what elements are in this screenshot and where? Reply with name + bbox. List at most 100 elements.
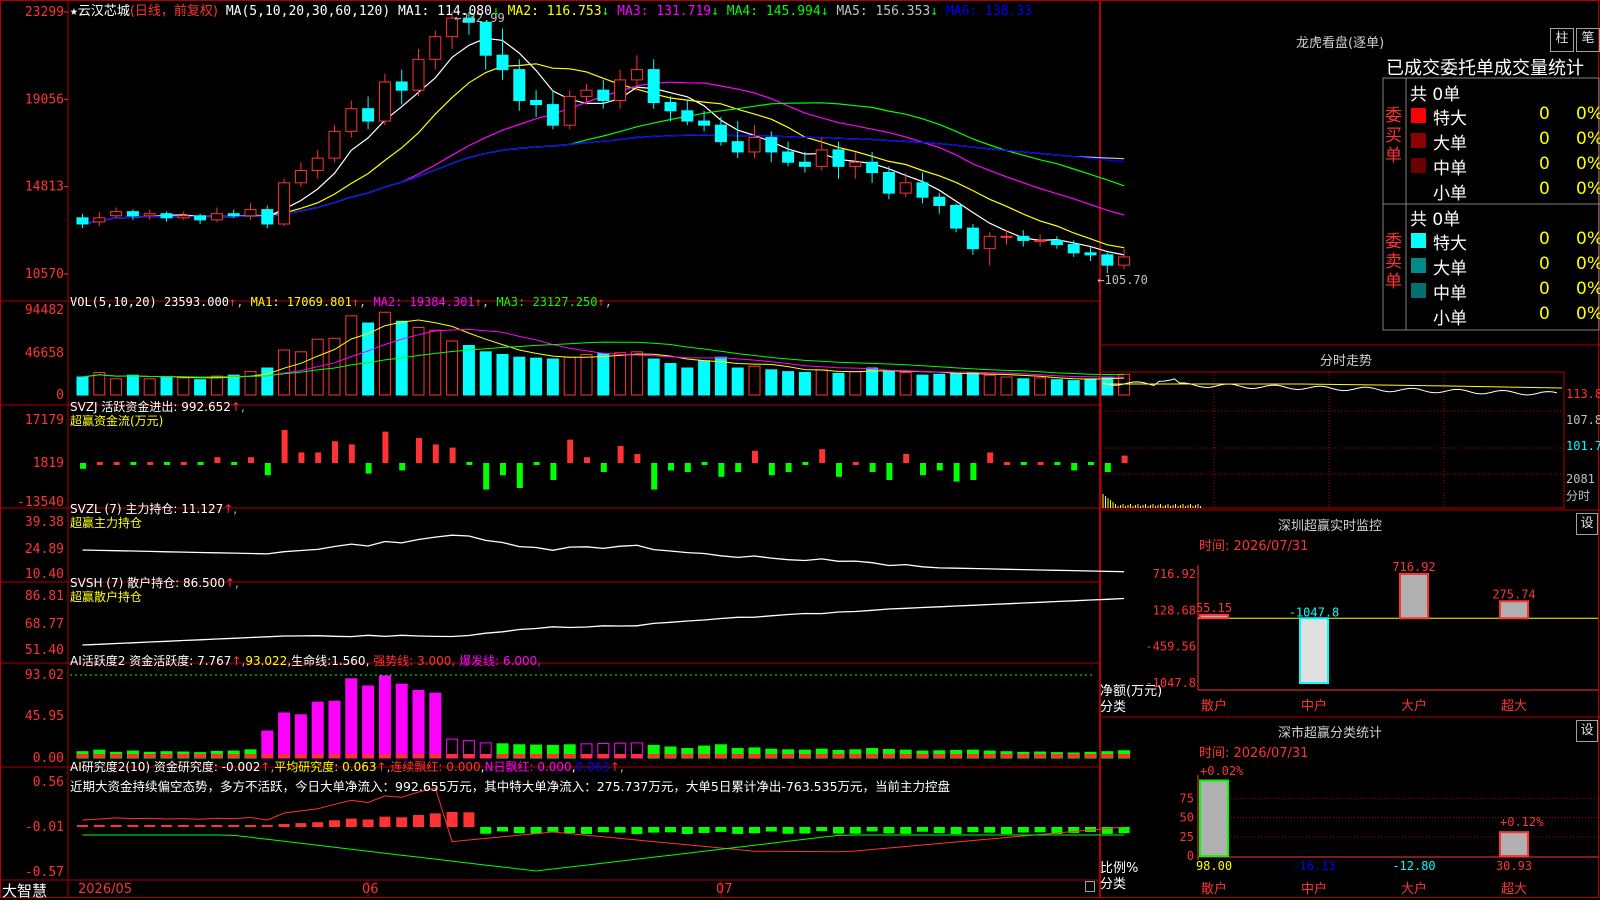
- ai2-bar-5: [161, 825, 172, 827]
- ai2-bar-32: [614, 827, 626, 833]
- svzj-bar-34: [651, 463, 658, 490]
- vol-ma-sep-1: ,: [359, 295, 374, 309]
- svzj-bar-40: [752, 450, 758, 463]
- candle-body-17: [362, 108, 375, 122]
- ai2-avg: 0.063: [342, 760, 377, 774]
- ma-line-6: [82, 134, 1125, 225]
- ai1-burst: 爆发线: 6.000,: [459, 654, 542, 668]
- ai1-base-52: [950, 754, 962, 758]
- ai2-n-label: N日飘红:: [484, 760, 534, 774]
- monitor-settings-button[interactable]: 设: [1576, 513, 1598, 535]
- sell-total: 共 0单: [1410, 210, 1461, 230]
- vol-bar-30: [580, 354, 593, 396]
- right-frame: [1100, 0, 1599, 898]
- sell-row-swatch-2: [1411, 283, 1426, 298]
- favorite-star-icon[interactable]: ★: [70, 4, 78, 19]
- candle-body-12: [278, 182, 291, 225]
- svzj-dash-1: [96, 462, 103, 465]
- ai2-bar-54: [984, 827, 996, 833]
- vol-ytick-0: 94482: [25, 303, 64, 318]
- ai2-bar-26: [513, 827, 525, 834]
- ai2-bar-16: [345, 818, 357, 827]
- monitor-value-1: -1047.8: [1289, 605, 1340, 619]
- bar-mode-button[interactable]: 柱: [1550, 28, 1574, 52]
- monitor-time: 时间: 2026/07/31: [1199, 539, 1309, 554]
- lock-icon[interactable]: [1085, 881, 1095, 892]
- intraday-tick-2: 101.7: [1566, 439, 1600, 453]
- vol-bar-28: [546, 358, 559, 396]
- ai1-base-60: [1085, 754, 1096, 758]
- ma-value-4: MA4: 145.994: [718, 4, 821, 19]
- candle-body-43: [798, 161, 811, 167]
- candle-body-58: [1050, 239, 1063, 246]
- svsh-ytick-0: 86.81: [25, 589, 64, 604]
- candle-body-15: [328, 130, 341, 159]
- ai2-lian-label: 连续飘红:: [390, 760, 443, 774]
- candle-body-28: [546, 104, 559, 126]
- ai2-label: AI研究度2(10) 资金研究度:: [70, 760, 218, 774]
- svzj-dash-27: [533, 462, 540, 465]
- ai2-red-line: [82, 787, 1125, 853]
- stats-cat-2: 大户: [1401, 881, 1427, 897]
- ai2-bar-48: [883, 827, 895, 834]
- candle-body-9: [227, 213, 240, 217]
- ai2-bar-44: [816, 827, 828, 832]
- ai2-bar-57: [1034, 827, 1046, 833]
- ma-label: MA(5,10,20,30,60,120): [225, 4, 391, 19]
- tick-mode-button[interactable]: 笔: [1576, 28, 1600, 52]
- monitor-cat-1: 中户: [1301, 698, 1327, 714]
- ai1-ytick-2: 0.00: [33, 751, 64, 766]
- vol-ma-sep-3: ,: [604, 295, 612, 309]
- ai2-bar-41: [765, 827, 777, 832]
- vol-bar-24: [479, 351, 492, 396]
- candle-body-3: [126, 211, 139, 217]
- svzj-bar-21: [432, 444, 439, 463]
- svzj-bar-38: [718, 463, 725, 477]
- vol-bar-61: [1101, 376, 1114, 396]
- ai2-bar-4: [144, 825, 156, 827]
- stats-ytick-2: 25: [1180, 830, 1194, 844]
- candle-body-35: [664, 102, 677, 112]
- ma-arrow-3: ↓: [711, 4, 719, 19]
- ai1-base-39: [732, 754, 744, 758]
- ai2-bar-17: [362, 819, 374, 827]
- candle-body-10: [244, 209, 257, 217]
- svzj-bar-52: [953, 463, 960, 482]
- svzj-bar-20: [416, 438, 422, 463]
- candle-body-14: [311, 157, 324, 171]
- ai1-base-47: [866, 754, 878, 758]
- ai2-bar-15: [329, 820, 340, 827]
- vol-bar-25: [496, 354, 509, 396]
- sell-row-swatch-1: [1411, 258, 1426, 273]
- ai2-bar-3: [127, 825, 139, 827]
- date-label-2: 06: [362, 882, 379, 897]
- svzj-value: 992.652: [181, 400, 231, 414]
- stats-value-1: -16.13: [1292, 859, 1335, 873]
- vol-ma-arrow-1: ↑: [351, 295, 360, 309]
- ai2-bar-14: [312, 822, 324, 827]
- ai2-bar-19: [396, 817, 408, 827]
- ai1-ytick-0: 93.02: [25, 668, 64, 683]
- candle-body-55: [1000, 235, 1013, 238]
- candle-body-6: [177, 215, 190, 219]
- stats-settings-button[interactable]: 设: [1576, 720, 1598, 742]
- ai1-bar-18: [378, 675, 391, 759]
- monitor-title: 深圳超赢实时监控: [1278, 519, 1383, 534]
- ai2-bar-28: [547, 827, 559, 832]
- svzj-bar-41: [768, 463, 775, 476]
- candle-body-13: [294, 169, 307, 184]
- ai2-bar-33: [631, 827, 643, 834]
- vol-bar-11: [261, 367, 274, 396]
- ai1-base-41: [765, 754, 777, 758]
- svzj-bar-36: [684, 463, 691, 472]
- ai2-bar-29: [564, 827, 576, 833]
- svzj-bar-25: [500, 463, 506, 476]
- date-label-1: 2026/05: [78, 882, 133, 897]
- svzj-bar-30: [584, 457, 590, 463]
- svzj-dash-55: [1004, 462, 1010, 465]
- ma-arrow-5: ↓: [930, 4, 939, 19]
- candle-body-56: [1017, 235, 1030, 241]
- ai2-lian: 0.000: [446, 760, 481, 774]
- vol-bar-60: [1084, 378, 1097, 396]
- svzj-ytick-1: 1819: [33, 456, 64, 471]
